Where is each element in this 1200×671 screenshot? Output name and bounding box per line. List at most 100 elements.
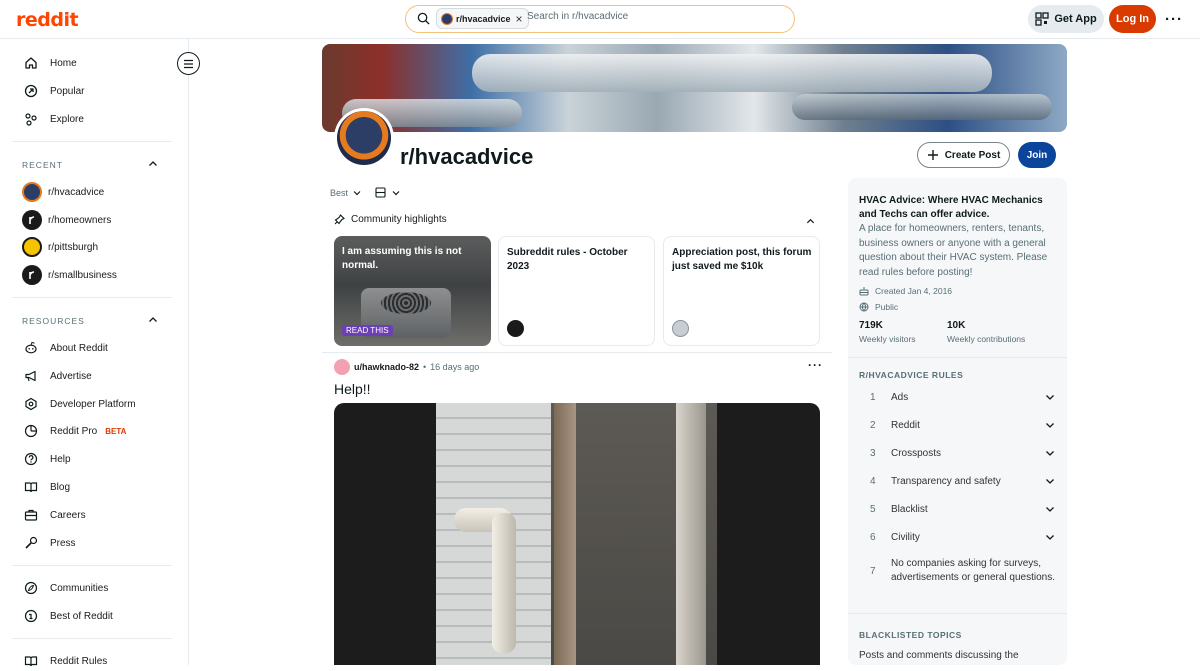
stat-label: Weekly contributions: [947, 334, 1026, 344]
sidebar-item-about-reddit[interactable]: About Reddit: [23, 338, 108, 358]
sidebar-item-explore[interactable]: Explore: [23, 109, 84, 129]
search-input[interactable]: [527, 11, 777, 22]
rule-item[interactable]: 5 Blacklist: [870, 502, 1055, 516]
sidebar-item-popular[interactable]: Popular: [23, 81, 84, 101]
panel-divider: [848, 613, 1067, 614]
recent-section-title[interactable]: RECENT: [22, 160, 63, 170]
left-sidebar: Home Popular Explore RECENT r/hvacadvice…: [0, 39, 189, 667]
chevron-down-icon: [353, 191, 361, 196]
highlight-card[interactable]: Subreddit rules - October 2023: [498, 236, 655, 346]
stat-contributions: 10K Weekly contributions: [947, 320, 1025, 344]
sidebar-item-label: r/smallbusiness: [48, 269, 117, 281]
rule-item[interactable]: 1 Ads: [870, 390, 1055, 404]
sidebar-item-label: Developer Platform: [50, 398, 136, 410]
search-icon: [417, 12, 430, 25]
sidebar-item-home[interactable]: Home: [23, 53, 77, 73]
sidebar-item-label: Explore: [50, 113, 84, 125]
more-options-icon[interactable]: ···: [1165, 11, 1183, 28]
stat-visitors: 719K Weekly visitors: [859, 320, 916, 344]
microphone-icon: [23, 535, 39, 551]
rule-text: Ads: [891, 391, 909, 403]
rule-item[interactable]: 2 Reddit: [870, 418, 1055, 432]
highlight-card[interactable]: I am assuming this is not normal. READ T…: [334, 236, 491, 346]
sidebar-item-developer-platform[interactable]: Developer Platform: [23, 394, 136, 414]
rule-item[interactable]: 6 Civility: [870, 530, 1055, 544]
sidebar-item-communities[interactable]: Communities: [23, 578, 108, 598]
chevron-up-icon[interactable]: [806, 217, 815, 226]
chevron-up-icon[interactable]: [148, 159, 158, 169]
get-app-button[interactable]: Get App: [1028, 5, 1104, 33]
create-post-label: Create Post: [944, 149, 1001, 161]
visibility: Public: [859, 302, 898, 312]
rule-text: Reddit: [891, 419, 920, 431]
post-time: 16 days ago: [430, 362, 480, 372]
search-bar[interactable]: r/hvacadvice ×: [405, 5, 795, 33]
sidebar-item-blog[interactable]: Blog: [23, 477, 70, 497]
view-dropdown[interactable]: [375, 187, 400, 198]
community-highlights-header[interactable]: Community highlights: [334, 214, 447, 225]
search-scope-chip[interactable]: r/hvacadvice ×: [436, 8, 529, 29]
qr-code-icon: [1035, 12, 1049, 26]
panel-divider: [848, 357, 1067, 358]
photo-post: [554, 403, 576, 665]
sidebar-item-label: Press: [50, 537, 76, 549]
highlight-title: Appreciation post, this forum just saved…: [672, 247, 812, 272]
chevron-down-icon: [1046, 395, 1054, 400]
globe-icon: [859, 302, 869, 312]
chevron-up-icon[interactable]: [148, 315, 158, 325]
rule-item[interactable]: 4 Transparency and safety: [870, 474, 1055, 488]
sidebar-item-careers[interactable]: Careers: [23, 505, 86, 525]
sidebar-item-help[interactable]: Help: [23, 449, 71, 469]
card-view-icon: [375, 187, 386, 198]
communities-icon: [23, 580, 39, 596]
post-options-icon[interactable]: ···: [808, 358, 823, 372]
sidebar-divider: [12, 297, 172, 298]
reddit-logo[interactable]: reddit: [16, 9, 79, 31]
rule-text: Blacklist: [891, 503, 928, 515]
developer-icon: [23, 396, 39, 412]
rule-number: 6: [870, 531, 876, 543]
sidebar-item-reddit-pro[interactable]: Reddit Pro BETA: [23, 421, 126, 441]
photo-pipe: [492, 513, 516, 653]
author-avatar[interactable]: [334, 359, 350, 375]
post-photo: [436, 403, 717, 665]
cake-icon: [859, 287, 869, 296]
join-button[interactable]: Join: [1018, 142, 1056, 168]
highlight-card[interactable]: Appreciation post, this forum just saved…: [663, 236, 820, 346]
post-author[interactable]: u/hawknado-82: [354, 362, 419, 372]
pin-icon: [334, 214, 345, 225]
sidebar-item-smallbusiness[interactable]: r/smallbusiness: [22, 265, 117, 285]
meta-separator: •: [423, 362, 427, 372]
briefcase-icon: [23, 507, 39, 523]
created-date: Created Jan 4, 2016: [859, 286, 952, 296]
resources-section-title[interactable]: RESOURCES: [22, 316, 85, 326]
sidebar-item-press[interactable]: Press: [23, 533, 76, 553]
sidebar-item-label: Careers: [50, 509, 86, 521]
post-title[interactable]: Help!!: [334, 381, 371, 397]
rule-item[interactable]: 7 No companies asking for surveys, adver…: [870, 557, 1055, 585]
rule-item[interactable]: 3 Crossposts: [870, 446, 1055, 460]
post-meta: u/hawknado-82 • 16 days ago: [334, 359, 479, 375]
sidebar-item-hvacadvice[interactable]: r/hvacadvice: [22, 182, 104, 202]
search-scope-label: r/hvacadvice: [456, 13, 511, 24]
sidebar-item-homeowners[interactable]: r/homeowners: [22, 210, 111, 230]
login-button[interactable]: Log In: [1109, 5, 1156, 33]
sidebar-item-reddit-rules[interactable]: Reddit Rules: [23, 651, 107, 671]
stat-label: Weekly visitors: [859, 334, 916, 344]
clear-scope-icon[interactable]: ×: [516, 12, 523, 26]
community-avatar: [334, 108, 394, 168]
sidebar-item-advertise[interactable]: Advertise: [23, 366, 92, 386]
rule-number: 7: [870, 565, 876, 577]
create-post-button[interactable]: Create Post: [917, 142, 1010, 168]
sidebar-item-pittsburgh[interactable]: r/pittsburgh: [22, 237, 98, 257]
sort-dropdown[interactable]: Best: [330, 188, 361, 198]
sidebar-item-label: r/pittsburgh: [48, 241, 99, 253]
sidebar-divider: [12, 565, 172, 566]
sidebar-item-label: Communities: [50, 582, 109, 594]
book-icon: [23, 479, 39, 495]
sidebar-item-best-of-reddit[interactable]: Best of Reddit: [23, 606, 113, 626]
sidebar-item-label: Home: [50, 57, 77, 69]
rule-number: 4: [870, 475, 876, 487]
collapse-sidebar-button[interactable]: [177, 52, 200, 75]
post-image[interactable]: [334, 403, 820, 665]
